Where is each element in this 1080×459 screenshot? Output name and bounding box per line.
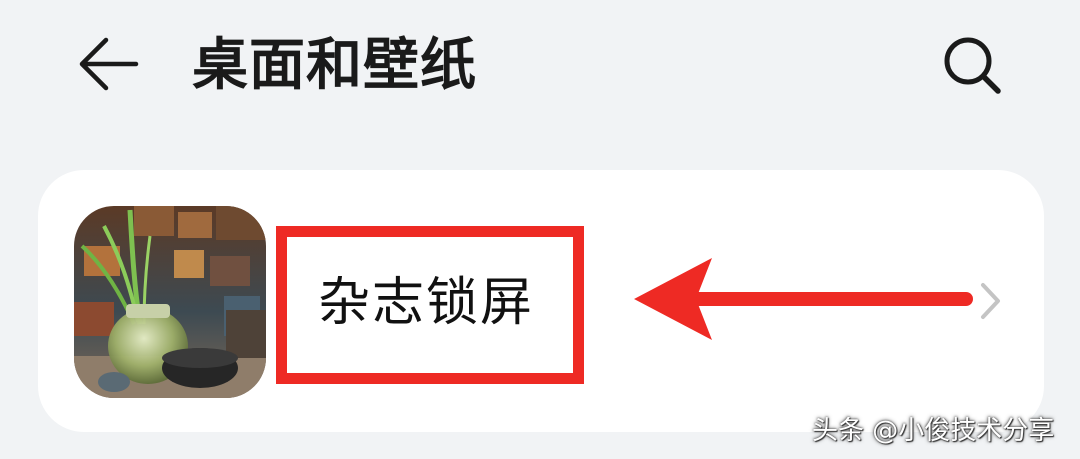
watermark: 头条 @小俊技术分享 bbox=[812, 416, 1055, 446]
back-button[interactable] bbox=[72, 32, 142, 96]
chevron-right-icon bbox=[981, 283, 1000, 319]
arrow-left-icon bbox=[79, 37, 139, 91]
page-title: 桌面和壁纸 bbox=[192, 33, 477, 98]
item-label: 杂志锁屏 bbox=[318, 273, 535, 333]
search-icon bbox=[944, 37, 1001, 94]
magazine-lock-screen-item[interactable]: 杂志锁屏 bbox=[38, 170, 1044, 432]
plant-in-glass-jar-image bbox=[74, 206, 266, 398]
title-bar: 桌面和壁纸 bbox=[0, 0, 1080, 140]
search-button[interactable] bbox=[938, 30, 1008, 100]
